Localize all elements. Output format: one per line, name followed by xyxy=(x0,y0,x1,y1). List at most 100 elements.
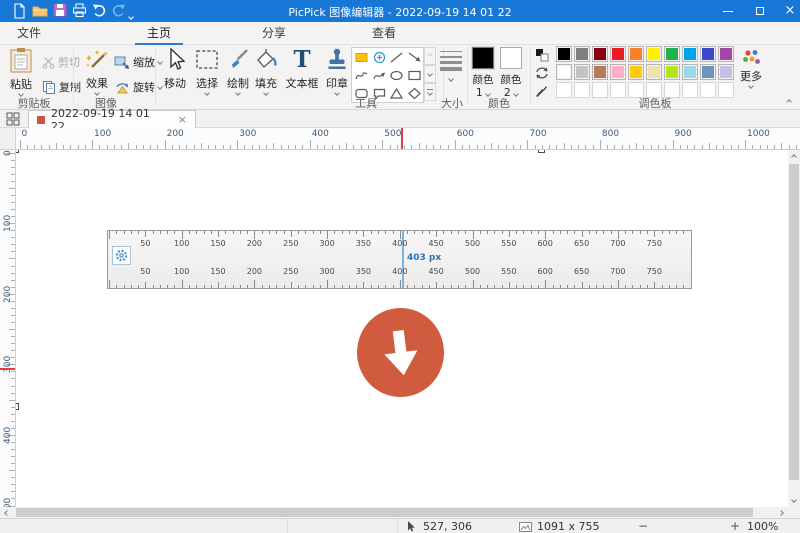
shape-ellipse[interactable] xyxy=(388,67,405,84)
paste-label: 粘贴 xyxy=(10,76,32,92)
palette-swatch-99d9ea[interactable] xyxy=(682,64,698,80)
fill-button[interactable]: 填充 xyxy=(251,47,281,99)
scroll-down-arrow[interactable] xyxy=(788,493,800,507)
shape-curve[interactable] xyxy=(353,67,370,84)
shape-triangle[interactable] xyxy=(388,85,405,102)
more-colors-button[interactable]: 更多 xyxy=(738,49,764,101)
palette-swatch-c3c3c3[interactable] xyxy=(574,64,590,80)
h-ruler-tick xyxy=(643,145,644,149)
paste-button[interactable]: 粘贴 xyxy=(4,47,38,99)
canvas-handle-top-mid[interactable] xyxy=(538,150,545,153)
color2-swatch[interactable] xyxy=(500,47,522,69)
scroll-left-arrow[interactable] xyxy=(0,507,14,518)
effects-label: 效果 xyxy=(86,75,108,91)
palette-swatch-880015[interactable] xyxy=(592,46,608,62)
v-ruler-tick xyxy=(11,484,15,485)
select-button[interactable]: 选择 xyxy=(191,47,223,99)
document-tab[interactable]: 2022-09-19 14 01 22 × xyxy=(28,110,196,128)
clipboard-icon xyxy=(9,47,33,74)
canvas[interactable]: 403 px 505010010015015020020025025030030… xyxy=(16,150,788,507)
shape-line[interactable] xyxy=(388,49,405,66)
size-group-label: 大小 xyxy=(441,95,463,111)
shape-arrow-line[interactable] xyxy=(406,49,423,66)
shape-target[interactable] xyxy=(371,49,388,66)
text-T-icon: T xyxy=(293,47,310,73)
palette-swatch-empty[interactable] xyxy=(592,82,608,98)
horizontal-scrollbar[interactable] xyxy=(0,507,788,518)
horizontal-scroll-thumb[interactable] xyxy=(16,508,753,517)
palette-swatch-ffc90e[interactable] xyxy=(628,64,644,80)
palette-swatch-empty[interactable] xyxy=(610,82,626,98)
cut-button[interactable]: 剪切 xyxy=(42,54,80,70)
palette-swatch-7092be[interactable] xyxy=(700,64,716,80)
textbox-button[interactable]: T 文本框 xyxy=(282,47,322,99)
color1-num: 1 xyxy=(476,87,483,99)
shapes-scroll-up-button[interactable] xyxy=(424,47,436,65)
canvas-handle-top-left[interactable] xyxy=(16,150,19,153)
ruler-tool-tick-bottom xyxy=(487,285,488,288)
palette-swatch-empty[interactable] xyxy=(574,82,590,98)
palette-swatch-22b14c[interactable] xyxy=(664,46,680,62)
palette-swatch-ffaec9[interactable] xyxy=(610,64,626,80)
stamp-button[interactable]: 印章 xyxy=(322,47,352,99)
shape-diamond[interactable] xyxy=(406,85,423,102)
window-grid-icon[interactable] xyxy=(6,112,20,129)
ruler-tool-tick-top xyxy=(262,231,263,234)
effects-button[interactable]: 效果 xyxy=(80,47,114,99)
shapes-more-button[interactable] xyxy=(424,83,436,101)
scroll-right-arrow[interactable] xyxy=(774,507,788,518)
tab-file[interactable]: 文件 xyxy=(7,22,51,45)
zoom-out-button[interactable]: − xyxy=(638,519,648,533)
line-size-button[interactable] xyxy=(439,47,463,99)
palette-swatch-c8bfe7[interactable] xyxy=(718,64,734,80)
palette-swatch-fff200[interactable] xyxy=(646,46,662,62)
h-ruler-label: 300 xyxy=(239,129,256,139)
palette-swatch-empty[interactable] xyxy=(718,82,734,98)
palette-swatch-ffffff[interactable] xyxy=(556,64,572,80)
shape-rectangle[interactable] xyxy=(406,67,423,84)
palette-swatch-3f48cc[interactable] xyxy=(700,46,716,62)
down-arrow-icon xyxy=(372,323,430,383)
scroll-up-arrow[interactable] xyxy=(788,150,800,164)
palette-swatch-ff7f27[interactable] xyxy=(628,46,644,62)
palette-swatch-b97a57[interactable] xyxy=(592,64,608,80)
maximize-button[interactable] xyxy=(746,0,774,22)
collapse-ribbon-button[interactable] xyxy=(782,96,796,108)
move-button[interactable]: 移动 xyxy=(159,47,191,99)
swap-colors-icon[interactable] xyxy=(535,48,549,65)
palette-swatch-empty[interactable] xyxy=(556,82,572,98)
tab-home[interactable]: 主页 xyxy=(135,22,183,45)
palette-swatch-b5e61d[interactable] xyxy=(664,64,680,80)
draw-button[interactable]: 绘制 xyxy=(223,47,253,99)
v-ruler-label: 300 xyxy=(2,351,14,377)
shapes-scroll-down-button[interactable] xyxy=(424,65,436,83)
reset-colors-icon[interactable] xyxy=(535,66,549,83)
zoom-level-value[interactable]: 100% xyxy=(747,520,778,533)
vertical-scroll-thumb[interactable] xyxy=(789,164,799,480)
palette-swatch-efe4b0[interactable] xyxy=(646,64,662,80)
palette-swatch-empty[interactable] xyxy=(682,82,698,98)
palette-swatch-000000[interactable] xyxy=(556,46,572,62)
h-ruler-tick xyxy=(259,145,260,149)
palette-swatch-a349a4[interactable] xyxy=(718,46,734,62)
copy-button[interactable]: 复制 xyxy=(42,79,81,95)
shape-curve-arrow[interactable] xyxy=(371,67,388,84)
palette-swatch-empty[interactable] xyxy=(700,82,716,98)
shape-highlight[interactable] xyxy=(353,49,370,66)
palette-swatch-00a2e8[interactable] xyxy=(682,46,698,62)
palette-swatch-ed1c24[interactable] xyxy=(610,46,626,62)
ruler-tool-number-bottom: 500 xyxy=(463,267,483,276)
tab-close-icon[interactable]: × xyxy=(178,113,187,126)
palette-swatch-7f7f7f[interactable] xyxy=(574,46,590,62)
ruler-tool-tick-bottom xyxy=(676,285,677,288)
vertical-scrollbar[interactable] xyxy=(788,150,800,507)
tab-share[interactable]: 分享 xyxy=(250,22,298,45)
color1-swatch[interactable] xyxy=(472,47,494,69)
dropdown-caret xyxy=(448,76,454,82)
tab-view[interactable]: 查看 xyxy=(360,22,408,45)
canvas-handle-mid-left[interactable] xyxy=(16,403,19,410)
minimize-button[interactable] xyxy=(714,0,742,22)
zoom-in-button[interactable]: + xyxy=(730,519,740,533)
close-button[interactable]: × xyxy=(776,0,800,22)
eyedropper-icon[interactable] xyxy=(535,84,549,101)
